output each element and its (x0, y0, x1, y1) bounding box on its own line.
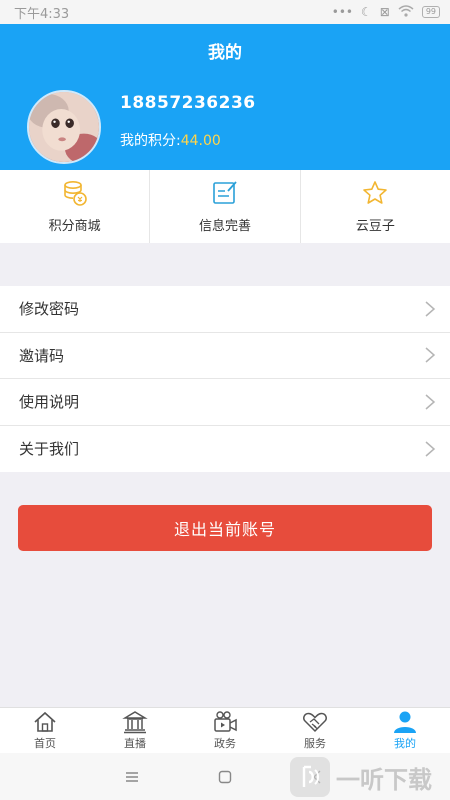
user-phone: 18857236236 (120, 93, 256, 113)
tab-label: 政务 (214, 737, 236, 750)
avatar[interactable] (27, 90, 101, 164)
quick-action-yundouzi[interactable]: 云豆子 (301, 170, 450, 243)
chevron-right-icon (425, 347, 436, 363)
quick-action-points-mall[interactable]: 积分商城 (0, 170, 151, 243)
watermark-text: 一听下载 (336, 765, 432, 794)
chevron-right-icon (425, 394, 436, 410)
watermark: 一听下载 (290, 757, 432, 797)
status-icons: ••• ☾ ⊠ 99 (331, 4, 440, 20)
menu-item-instructions[interactable]: 使用说明 (0, 379, 450, 426)
more-dots-icon: ••• (331, 5, 353, 19)
points-value: 44.00 (180, 133, 221, 149)
menu-icon[interactable] (124, 769, 140, 785)
quick-actions: 积分商城 信息完善 云豆子 (0, 170, 450, 243)
star-icon (363, 181, 388, 204)
menu-item-change-password[interactable]: 修改密码 (0, 286, 450, 333)
building-icon (122, 711, 148, 734)
status-bar: 下午4:33 ••• ☾ ⊠ 99 (0, 0, 450, 24)
home-icon (34, 711, 56, 732)
menu-item-label: 使用说明 (19, 393, 80, 412)
chevron-right-icon (425, 301, 436, 317)
points-label: 我的积分: (120, 133, 181, 149)
tab-live[interactable]: 直播 (90, 708, 180, 753)
moon-icon: ☾ (360, 5, 372, 19)
menu-item-about-us[interactable]: 关于我们 (0, 426, 450, 473)
watermark-logo-icon (290, 757, 330, 797)
battery-icon: 99 (421, 6, 440, 18)
tab-label: 首页 (34, 737, 56, 750)
tab-label: 我的 (394, 737, 416, 750)
tab-label: 直播 (124, 737, 146, 750)
edit-form-icon (213, 181, 237, 204)
video-camera-icon (214, 711, 237, 732)
quick-action-label: 积分商城 (48, 219, 101, 234)
quick-action-label: 云豆子 (355, 219, 395, 234)
bottom-tab-bar: 首页 直播 政务 服务 我的 (0, 707, 450, 753)
chevron-right-icon (425, 441, 436, 457)
quick-action-info[interactable]: 信息完善 (150, 170, 301, 243)
status-time: 下午4:33 (14, 6, 70, 22)
coins-icon (63, 180, 87, 206)
wifi-icon (398, 4, 414, 20)
profile-header: 我的 18857236236 我的积分:44.00 (0, 24, 450, 170)
handshake-icon (303, 712, 327, 733)
tab-home[interactable]: 首页 (0, 708, 90, 753)
points-line: 我的积分:44.00 (120, 130, 221, 150)
menu-item-label: 关于我们 (19, 440, 80, 459)
menu-item-label: 修改密码 (19, 300, 80, 319)
tab-government[interactable]: 政务 (180, 708, 270, 753)
menu-item-label: 邀请码 (19, 346, 65, 365)
menu-item-invite-code[interactable]: 邀请码 (0, 333, 450, 379)
tab-label: 服务 (304, 737, 326, 750)
logout-button[interactable]: 退出当前账号 (18, 505, 432, 551)
user-icon (394, 711, 416, 733)
tab-service[interactable]: 服务 (270, 708, 360, 753)
page-title: 我的 (208, 43, 242, 63)
home-button-icon[interactable] (217, 769, 233, 785)
sim-icon: ⊠ (379, 5, 390, 19)
settings-menu: 修改密码 邀请码 使用说明 关于我们 (0, 286, 450, 472)
quick-action-label: 信息完善 (198, 219, 251, 234)
tab-mine[interactable]: 我的 (360, 708, 450, 753)
